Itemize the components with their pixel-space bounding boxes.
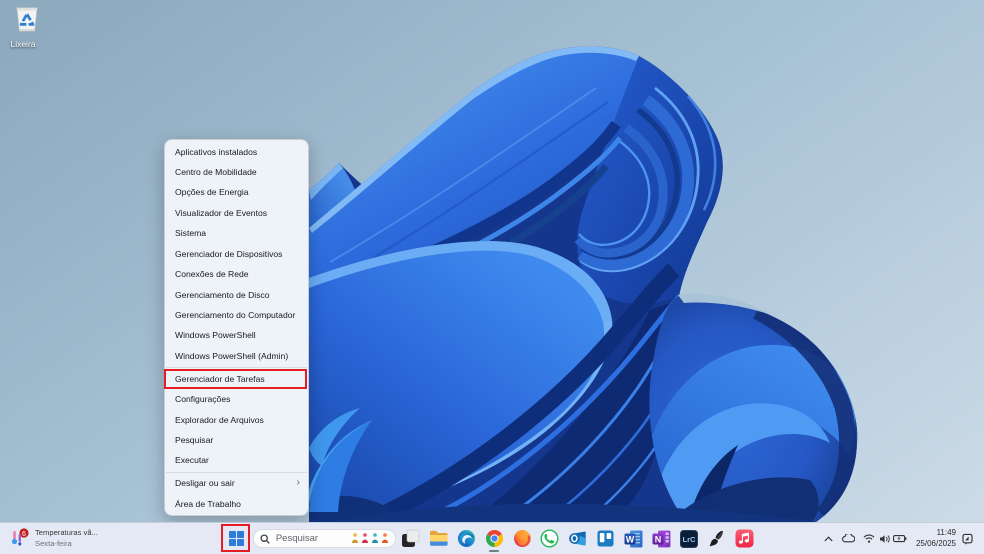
svg-text:6: 6	[22, 531, 26, 538]
svg-text:LrC: LrC	[683, 535, 697, 544]
svg-text:W: W	[626, 534, 635, 544]
svg-text:N: N	[655, 534, 662, 544]
